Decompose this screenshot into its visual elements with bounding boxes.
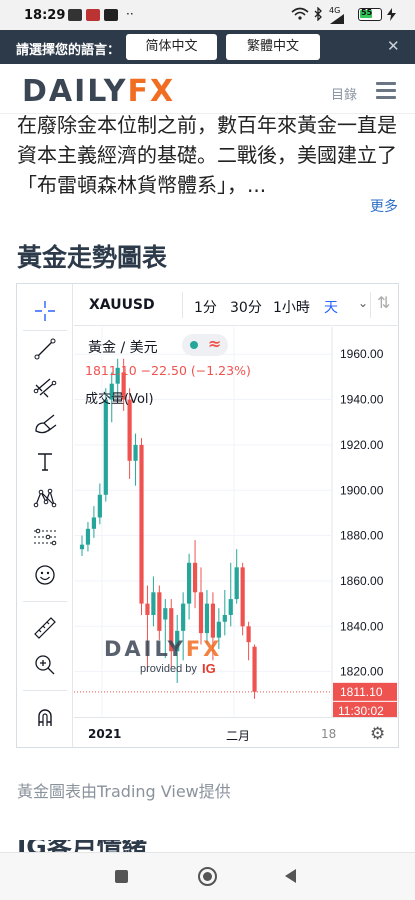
settings-gear-icon[interactable]: ⚙ <box>370 724 385 744</box>
avatar-notification-icon <box>86 9 100 21</box>
emoji-icon[interactable] <box>30 560 60 590</box>
candle-up <box>216 621 221 638</box>
status-time: 18:29 <box>24 8 66 23</box>
recent-apps-button[interactable] <box>115 870 128 883</box>
system-nav-bar <box>0 852 415 900</box>
candle-up <box>228 599 233 615</box>
candle-up <box>79 544 85 550</box>
back-button[interactable] <box>285 869 296 883</box>
candle-down <box>210 603 215 638</box>
section-title: 黃金走勢圖表 <box>17 243 168 272</box>
candle-up <box>85 528 91 545</box>
more-notifications-icon: ·· <box>126 7 134 21</box>
app-notification-icon <box>68 9 82 21</box>
chevron-down-icon[interactable]: ⌄ <box>358 296 368 310</box>
y-tick-label: 1940.00 <box>340 393 384 407</box>
watermark-sub: provided by <box>140 663 197 675</box>
y-tick-label: 1860.00 <box>340 574 384 588</box>
trend-line-icon[interactable] <box>30 334 60 364</box>
charging-icon <box>387 8 396 24</box>
bluetooth-icon <box>313 6 323 24</box>
volume-legend[interactable]: 成交量(Vol) <box>85 388 154 407</box>
text-tool-icon[interactable] <box>30 446 60 476</box>
chart-widget: XAUUSD 1分 30分 1小時 天 ⌄ ⇅ 1960.00 1940.00 19… <box>16 283 399 748</box>
x-tick-month: 二月 <box>226 729 251 743</box>
candle-down <box>145 603 150 615</box>
home-button[interactable] <box>198 867 217 886</box>
candle-up <box>163 608 168 620</box>
magnet-icon[interactable] <box>30 702 60 732</box>
candle-up <box>181 603 186 631</box>
candle-up <box>151 592 156 615</box>
y-tick-label: 1920.00 <box>340 438 384 452</box>
candle-up <box>234 567 239 600</box>
y-tick-label: 1900.00 <box>340 483 384 497</box>
timeframe-1m[interactable]: 1分 <box>194 297 217 317</box>
brush-icon[interactable] <box>30 408 60 438</box>
youtube-icon <box>104 9 118 21</box>
candle-up <box>222 614 227 622</box>
fib-tool-icon[interactable] <box>30 371 60 401</box>
dailyfx-logo[interactable]: DAILYFX <box>22 76 175 108</box>
site-header: DAILYFX 目錄 <box>0 64 415 114</box>
y-tick-label: 1820.00 <box>340 665 384 679</box>
candle-up <box>97 494 102 518</box>
language-prompt: 請選擇您的語言： <box>16 43 121 58</box>
candle-up <box>91 517 96 529</box>
symbol-selector[interactable]: XAUUSD <box>89 297 155 313</box>
crosshair-icon[interactable] <box>30 296 60 326</box>
candle-down <box>198 592 204 634</box>
candle-up <box>103 399 108 495</box>
candle-down <box>246 626 251 643</box>
candle-down <box>157 592 162 631</box>
market-status-indicator[interactable]: ≈ <box>182 334 228 356</box>
y-tick-label: 1840.00 <box>340 619 384 633</box>
chart-topbar: XAUUSD 1分 30分 1小時 天 ⌄ ⇅ <box>74 284 399 326</box>
more-link[interactable]: 更多 <box>370 196 398 216</box>
time-axis: 2021 二月 18 ⚙ <box>74 717 399 747</box>
article-intro: 在廢除金本位制之前，數百年來黃金一直是資本主義經濟的基礎。二戰後，美國建立了「布… <box>17 113 397 197</box>
candle-down <box>240 567 245 627</box>
wifi-icon <box>291 7 309 24</box>
chart-caption: 黃金圖表由Trading View提供 <box>17 782 231 801</box>
candle-down <box>139 444 144 604</box>
countdown-label: 11:30:02 <box>338 704 384 717</box>
language-option-simplified[interactable]: 简体中文 <box>126 34 217 60</box>
candle-up <box>204 603 210 634</box>
timeframe-30m[interactable]: 30分 <box>230 297 262 317</box>
signal-icon <box>330 13 344 27</box>
watermark-ig: IG <box>202 661 216 676</box>
pattern-icon[interactable] <box>30 483 60 513</box>
ruler-icon[interactable] <box>30 613 60 643</box>
battery-icon: 55 <box>358 8 382 21</box>
forecast-icon[interactable] <box>30 522 60 552</box>
candle-up <box>187 562 192 604</box>
language-selector-bar: 請選擇您的語言： 简体中文 繁體中文 ✕ <box>0 30 415 64</box>
legend-title: 黃金 / 美元 <box>88 340 158 356</box>
drawing-toolbar <box>17 284 73 747</box>
candle-up <box>133 444 138 461</box>
x-tick-year: 2021 <box>88 727 122 741</box>
timeframe-1h[interactable]: 1小時 <box>273 297 310 317</box>
y-tick-label: 1960.00 <box>340 347 384 361</box>
candlestick-chart: 1960.00 1940.00 1920.00 1900.00 1880.00 1860.… <box>74 327 397 717</box>
battery-level: 55 <box>361 8 373 17</box>
timeframe-1d[interactable]: 天 <box>324 297 338 317</box>
y-tick-label: 1880.00 <box>340 529 384 543</box>
toc-link[interactable]: 目錄 <box>331 84 357 103</box>
last-price-label: 1811.10 <box>340 685 383 699</box>
status-bar: 18:29 ·· 4G 55 <box>0 0 415 30</box>
candle-down <box>252 646 257 692</box>
close-icon[interactable]: ✕ <box>387 37 400 55</box>
candle-down <box>127 399 132 461</box>
chart-plot-area[interactable]: 1960.00 1940.00 1920.00 1900.00 1880.00 1860.… <box>74 327 399 717</box>
x-tick-next: 18 <box>321 727 337 741</box>
legend-quote: 1811.10 −22.50 (−1.23%) <box>85 363 251 378</box>
candle-down <box>192 562 198 593</box>
hamburger-menu-icon[interactable] <box>376 82 396 100</box>
compare-icon[interactable]: ⇅ <box>377 293 390 312</box>
zoom-icon[interactable] <box>30 650 60 680</box>
watermark-logo: DAILYFX <box>104 637 222 661</box>
language-option-traditional[interactable]: 繁體中文 <box>226 34 320 60</box>
